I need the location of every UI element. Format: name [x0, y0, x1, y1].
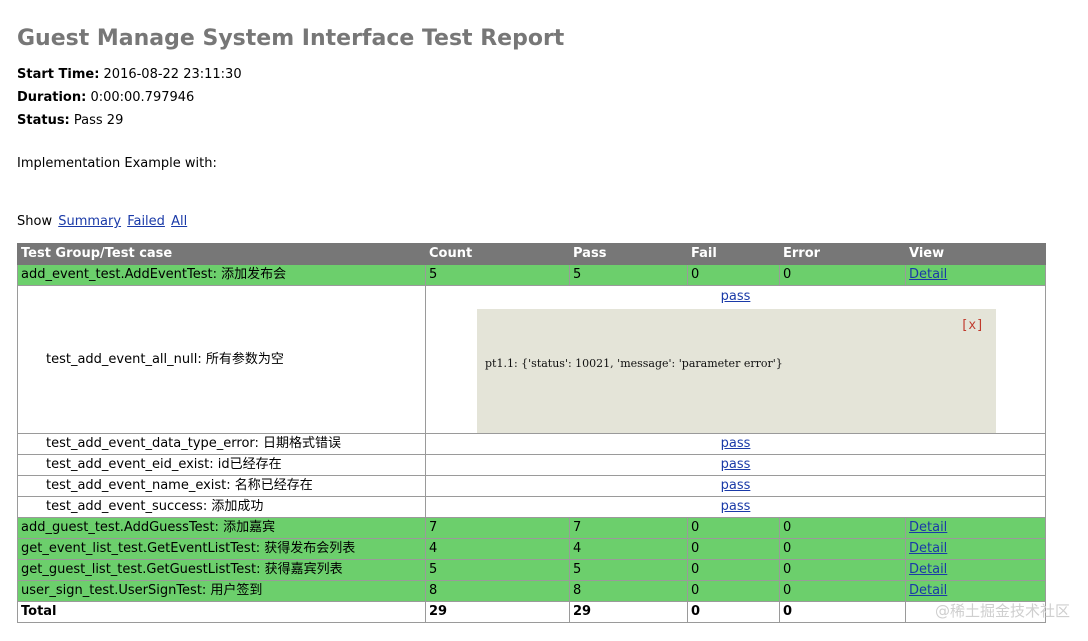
group-fail: 0 — [687, 559, 780, 581]
report-title: Guest Manage System Interface Test Repor… — [17, 26, 565, 51]
group-view: Detail — [905, 538, 1046, 560]
group-error: 0 — [779, 517, 906, 539]
group-count: 5 — [425, 264, 570, 286]
group-error: 0 — [779, 559, 906, 581]
report-description: Implementation Example with: — [17, 156, 217, 171]
case-row: test_add_event_name_exist: 名称已经存在 pass — [17, 475, 1046, 497]
duration-value: 0:00:00.797946 — [90, 90, 195, 105]
header-row: Test Group/Test case Count Pass Fail Err… — [17, 243, 1046, 265]
total-error: 0 — [779, 601, 906, 623]
group-name: get_event_list_test.GetEventListTest: 获得… — [17, 538, 426, 560]
group-name: user_sign_test.UserSignTest: 用户签到 — [17, 580, 426, 602]
group-row: add_guest_test.AddGuessTest: 添加嘉宾 7 7 0 … — [17, 517, 1046, 539]
group-view: Detail — [905, 517, 1046, 539]
header-view: View — [905, 243, 1046, 265]
case-pass-link[interactable]: pass — [721, 457, 751, 472]
filter-bar: Show Summary Failed All — [17, 214, 187, 229]
group-row: user_sign_test.UserSignTest: 用户签到 8 8 0 … — [17, 580, 1046, 602]
detail-link[interactable]: Detail — [909, 583, 947, 598]
start-time-line: Start Time: 2016-08-22 23:11:30 — [17, 67, 242, 82]
watermark: @稀土掘金技术社区 — [934, 602, 1070, 620]
header-error: Error — [779, 243, 906, 265]
total-row: Total 29 29 0 0 — [17, 601, 1046, 623]
case-result-cell: pass [x] pt1.1: {'status': 10021, 'messa… — [425, 285, 1046, 434]
group-count: 5 — [425, 559, 570, 581]
case-row: test_add_event_all_null: 所有参数为空 pass [x]… — [17, 285, 1046, 434]
total-pass: 29 — [569, 601, 688, 623]
case-name: test_add_event_success: 添加成功 — [17, 496, 426, 518]
total-label: Total — [17, 601, 426, 623]
close-icon[interactable]: [x] — [961, 318, 984, 333]
case-name: test_add_event_data_type_error: 日期格式错误 — [17, 433, 426, 455]
case-result-cell: pass — [425, 496, 1046, 518]
filter-label: Show — [17, 214, 53, 229]
filter-all-link[interactable]: All — [171, 214, 187, 229]
case-row: test_add_event_data_type_error: 日期格式错误 p… — [17, 433, 1046, 455]
header-count: Count — [425, 243, 570, 265]
group-pass: 8 — [569, 580, 688, 602]
group-count: 8 — [425, 580, 570, 602]
duration-line: Duration: 0:00:00.797946 — [17, 90, 194, 105]
group-view: Detail — [905, 559, 1046, 581]
group-row: get_guest_list_test.GetGuestListTest: 获得… — [17, 559, 1046, 581]
total-count: 29 — [425, 601, 570, 623]
case-pass-link[interactable]: pass — [721, 499, 751, 514]
status-value: Pass 29 — [73, 113, 124, 128]
group-error: 0 — [779, 580, 906, 602]
case-result-cell: pass — [425, 475, 1046, 497]
case-pass-link[interactable]: pass — [721, 436, 751, 451]
detail-link[interactable]: Detail — [909, 562, 947, 577]
case-result-cell: pass — [425, 433, 1046, 455]
group-name: add_guest_test.AddGuessTest: 添加嘉宾 — [17, 517, 426, 539]
group-row: add_event_test.AddEventTest: 添加发布会 5 5 0… — [17, 264, 1046, 286]
case-pass-link[interactable]: pass — [429, 288, 1042, 306]
group-pass: 5 — [569, 264, 688, 286]
result-table: Test Group/Test case Count Pass Fail Err… — [17, 243, 1046, 623]
group-row: get_event_list_test.GetEventListTest: 获得… — [17, 538, 1046, 560]
group-count: 4 — [425, 538, 570, 560]
filter-summary-link[interactable]: Summary — [58, 214, 121, 229]
group-pass: 7 — [569, 517, 688, 539]
group-name: add_event_test.AddEventTest: 添加发布会 — [17, 264, 426, 286]
header-test-group: Test Group/Test case — [17, 243, 426, 265]
case-name: test_add_event_all_null: 所有参数为空 — [17, 285, 426, 434]
detail-link[interactable]: Detail — [909, 520, 947, 535]
case-pass-link[interactable]: pass — [721, 478, 751, 493]
output-text: pt1.1: {'status': 10021, 'message': 'par… — [485, 357, 783, 370]
total-fail: 0 — [687, 601, 780, 623]
group-view: Detail — [905, 580, 1046, 602]
header-fail: Fail — [687, 243, 780, 265]
detail-link[interactable]: Detail — [909, 541, 947, 556]
group-count: 7 — [425, 517, 570, 539]
header-pass: Pass — [569, 243, 688, 265]
duration-label: Duration: — [17, 90, 87, 105]
case-result-cell: pass — [425, 454, 1046, 476]
group-fail: 0 — [687, 264, 780, 286]
status-line: Status: Pass 29 — [17, 113, 123, 128]
case-name: test_add_event_eid_exist: id已经存在 — [17, 454, 426, 476]
group-error: 0 — [779, 538, 906, 560]
group-fail: 0 — [687, 580, 780, 602]
group-pass: 5 — [569, 559, 688, 581]
output-popup: [x] pt1.1: {'status': 10021, 'message': … — [477, 309, 996, 433]
status-label: Status: — [17, 113, 70, 128]
start-time-label: Start Time: — [17, 67, 100, 82]
filter-failed-link[interactable]: Failed — [127, 214, 165, 229]
group-fail: 0 — [687, 538, 780, 560]
detail-link[interactable]: Detail — [909, 267, 947, 282]
group-pass: 4 — [569, 538, 688, 560]
case-row: test_add_event_success: 添加成功 pass — [17, 496, 1046, 518]
group-name: get_guest_list_test.GetGuestListTest: 获得… — [17, 559, 426, 581]
group-view: Detail — [905, 264, 1046, 286]
case-name: test_add_event_name_exist: 名称已经存在 — [17, 475, 426, 497]
start-time-value: 2016-08-22 23:11:30 — [103, 67, 242, 82]
case-row: test_add_event_eid_exist: id已经存在 pass — [17, 454, 1046, 476]
group-fail: 0 — [687, 517, 780, 539]
group-error: 0 — [779, 264, 906, 286]
